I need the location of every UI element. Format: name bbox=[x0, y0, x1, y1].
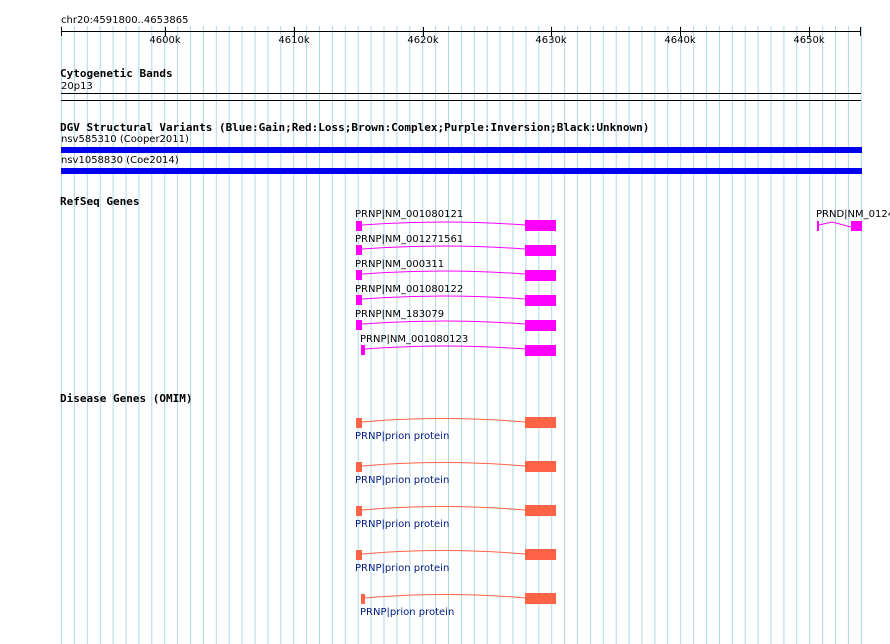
refseq-gene-model[interactable] bbox=[356, 295, 556, 306]
refseq-gene-model[interactable] bbox=[356, 270, 556, 281]
refseq-gene-model[interactable] bbox=[356, 245, 556, 256]
omim-gene-label: PRNP|prion protein bbox=[360, 607, 455, 618]
omim-gene-label: PRNP|prion protein bbox=[355, 431, 450, 442]
gene-models bbox=[356, 220, 862, 604]
refseq-gene-model[interactable] bbox=[356, 320, 556, 331]
omim-gene-label: PRNP|prion protein bbox=[355, 519, 450, 530]
omim-gene-label: PRNP|prion protein bbox=[355, 475, 450, 486]
omim-gene-model[interactable] bbox=[361, 593, 556, 604]
omim-gene-model[interactable] bbox=[356, 505, 556, 516]
refseq-gene-model[interactable] bbox=[356, 220, 556, 231]
omim-gene-model[interactable] bbox=[356, 417, 556, 428]
omim-track-title: Disease Genes (OMIM) bbox=[60, 392, 193, 405]
refseq-gene-model[interactable] bbox=[361, 345, 556, 356]
omim-gene-model[interactable] bbox=[356, 549, 556, 560]
omim-gene-label: PRNP|prion protein bbox=[355, 563, 450, 574]
omim-gene-model[interactable] bbox=[356, 461, 556, 472]
refseq-gene-model-partial[interactable] bbox=[817, 221, 862, 231]
